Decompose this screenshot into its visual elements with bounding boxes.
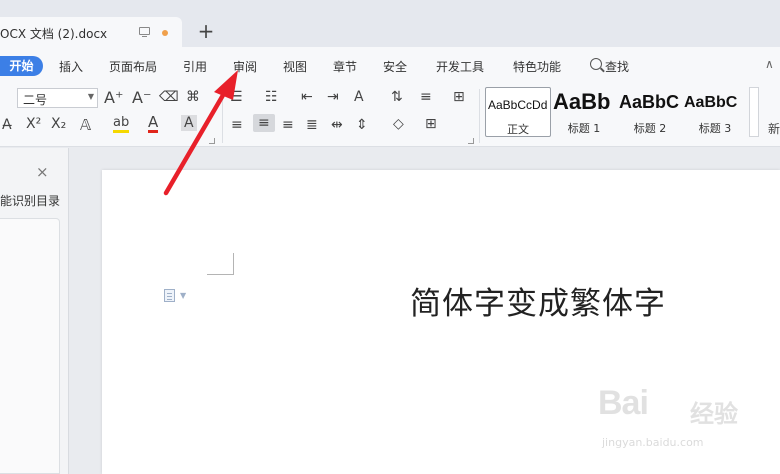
line-spacing-icon[interactable]: ≡ — [420, 89, 432, 105]
style-sample: AaBb — [553, 89, 611, 114]
tab-developer[interactable]: 开发工具 — [436, 58, 484, 75]
margin-corner-mark — [207, 253, 234, 275]
highlight-icon[interactable]: ab — [113, 116, 130, 133]
left-panel: × 能识别目录 — [0, 148, 69, 474]
unsaved-dot-icon — [162, 30, 168, 36]
panel-content — [0, 218, 60, 474]
paragraph-layout-icon[interactable] — [164, 289, 175, 302]
font-dialog-launcher[interactable] — [209, 138, 215, 144]
style-heading-2[interactable]: AaBbC 标题 2 — [617, 87, 683, 137]
font-color-icon[interactable]: A — [148, 115, 159, 133]
text-effect-icon[interactable]: 𝔸 — [80, 116, 91, 134]
bullet-list-icon[interactable]: ☰ — [230, 89, 243, 105]
document-tab[interactable]: OCX 文档 (2).docx — [0, 17, 182, 47]
tab-references[interactable]: 引用 — [183, 58, 207, 75]
tab-special-features[interactable]: 特色功能 — [513, 58, 561, 75]
chevron-down-icon: ▼ — [87, 92, 94, 101]
distribute-icon[interactable]: ⇹ — [331, 117, 343, 133]
tab-home[interactable]: 开始 — [0, 56, 43, 76]
search-label[interactable]: 查找 — [605, 58, 629, 75]
phonetic-guide-icon[interactable]: ⌘ — [186, 89, 200, 105]
text-direction-icon[interactable]: A — [354, 89, 364, 105]
style-name: 标题 2 — [633, 122, 667, 135]
align-right-icon[interactable]: ≡ — [282, 117, 294, 133]
style-sample: AaBbCcDd — [488, 98, 548, 112]
style-heading-3[interactable]: AaBbC 标题 3 — [682, 87, 748, 137]
align-center-icon[interactable]: ≡ — [253, 114, 275, 132]
style-name: 标题 3 — [698, 122, 732, 135]
shrink-font-button[interactable]: A⁻ — [132, 88, 151, 107]
numbered-list-icon[interactable]: ☷ — [265, 89, 278, 105]
grow-font-button[interactable]: A⁺ — [104, 88, 123, 107]
paragraph-dialog-launcher[interactable] — [468, 138, 474, 144]
style-normal[interactable]: AaBbCcDd 正文 — [485, 87, 551, 137]
superscript-button[interactable]: X² — [26, 116, 41, 132]
tab-view[interactable]: 视图 — [283, 58, 307, 75]
new-tab-button[interactable]: + — [196, 19, 216, 43]
clear-format-icon[interactable]: ⌫ — [159, 89, 179, 105]
style-heading-1[interactable]: AaBb 标题 1 — [551, 87, 617, 137]
smart-toc-label[interactable]: 能识别目录 — [0, 192, 60, 209]
style-sample: AaBbC — [684, 94, 738, 111]
subscript-button[interactable]: X₂ — [51, 116, 66, 132]
decrease-indent-icon[interactable]: ⇤ — [301, 89, 313, 105]
ribbon: 二号 ▼ A⁺ A⁻ ⌫ ⌘ A̶ X² X₂ 𝔸 ab A A ☰ ☷ ⇤ ⇥… — [0, 83, 780, 147]
shading-fill-icon[interactable]: ◇ — [393, 116, 404, 132]
font-size-select[interactable]: 二号 ▼ — [17, 88, 98, 108]
baidu-watermark: Bai 经验 jingyan.baidu.com — [598, 384, 748, 464]
document-tab-title: OCX 文档 (2).docx — [0, 27, 108, 41]
document-body-text[interactable]: 简体字变成繁体字 — [410, 278, 666, 323]
watermark-logo: Bai — [598, 384, 649, 422]
style-name: 标题 1 — [567, 122, 601, 135]
close-icon[interactable]: × — [36, 163, 49, 181]
collapse-ribbon-icon[interactable]: ∧ — [765, 57, 774, 71]
search-icon[interactable] — [590, 58, 602, 70]
ribbon-separator — [479, 89, 480, 143]
style-name: 正文 — [507, 123, 529, 136]
tab-chapter[interactable]: 章节 — [333, 58, 357, 75]
menu-bar: 开始 插入 页面布局 引用 审阅 视图 章节 安全 开发工具 特色功能 查找 ∧ — [0, 47, 780, 83]
watermark-url: jingyan.baidu.com — [602, 436, 704, 449]
show-marks-icon[interactable]: ⊞ — [453, 89, 465, 105]
tab-page-layout[interactable]: 页面布局 — [109, 58, 157, 75]
title-tab-bar: OCX 文档 (2).docx + — [0, 0, 780, 47]
watermark-cn-text: 经验 — [690, 400, 738, 428]
char-shading-icon[interactable]: A — [181, 115, 197, 131]
strikethrough-icon[interactable]: A̶ — [2, 117, 12, 133]
justify-icon[interactable]: ≣ — [306, 117, 318, 133]
styles-scrollbar[interactable] — [749, 87, 759, 137]
tab-security[interactable]: 安全 — [383, 58, 407, 75]
monitor-icon[interactable] — [139, 27, 150, 38]
sort-icon[interactable]: ⇅ — [391, 89, 403, 105]
style-sample: AaBbC — [619, 92, 680, 112]
tab-review[interactable]: 审阅 — [233, 58, 257, 75]
font-size-value: 二号 — [23, 93, 48, 107]
new-style-button[interactable]: 新 — [768, 120, 780, 137]
paragraph-spacing-icon[interactable]: ⇕ — [356, 117, 368, 133]
increase-indent-icon[interactable]: ⇥ — [327, 89, 339, 105]
align-left-icon[interactable]: ≡ — [231, 117, 243, 133]
chevron-down-icon[interactable]: ▼ — [180, 291, 186, 300]
borders-icon[interactable]: ⊞ — [425, 116, 437, 132]
ribbon-separator — [222, 89, 223, 143]
tab-insert[interactable]: 插入 — [59, 58, 83, 75]
